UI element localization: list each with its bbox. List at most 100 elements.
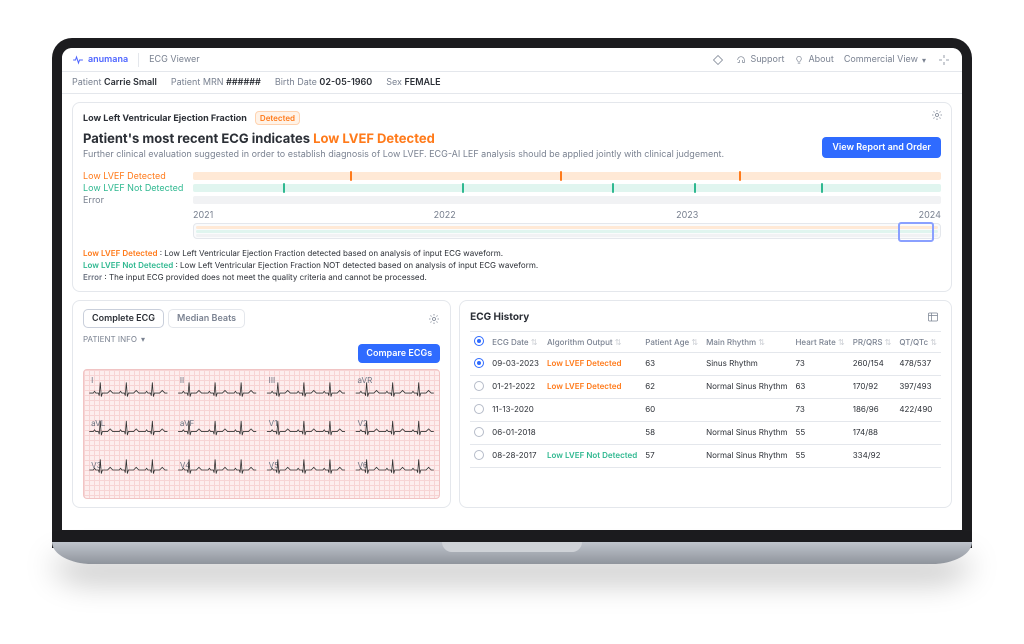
legend-green-text: : Low Left Ventricular Ejection Fraction… (173, 260, 538, 270)
cell (702, 399, 791, 422)
cell: Normal Sinus Rhythm (702, 445, 791, 468)
table-settings-icon[interactable] (925, 309, 941, 325)
legend-error-text: : The input ECG provided does not meet t… (102, 272, 427, 282)
timeline-event[interactable] (462, 183, 464, 193)
column-header[interactable]: Main Rhythm ⇅ (702, 332, 791, 353)
diagnosis-tab[interactable]: Low Left Ventricular Ejection Fraction (83, 113, 247, 124)
patient-name: Carrie Small (104, 77, 157, 88)
timeline-track[interactable] (193, 196, 941, 204)
timeline-label: Low LVEF Detected (83, 171, 193, 182)
column-header[interactable]: QT/QTc ⇅ (895, 332, 941, 353)
divider (138, 53, 139, 67)
sex-label: Sex (386, 77, 402, 88)
algorithm-output: Low LVEF Detected (547, 358, 621, 368)
year-tick: 2023 (676, 210, 698, 221)
cell: 01-21-2022 (488, 376, 543, 399)
select-all-radio[interactable] (474, 336, 484, 346)
history-panel: ECG History ECG Date ⇅Algorithm Output ⇅… (459, 300, 952, 508)
dob-label: Birth Date (275, 77, 317, 88)
year-tick: 2024 (919, 210, 941, 221)
diagnosis-card: Low Left Ventricular Ejection Fraction D… (72, 102, 952, 292)
timeline-label: Low LVEF Not Detected (83, 183, 193, 194)
table-row[interactable]: 06-01-201858Normal Sinus Rhythm55174/88 (470, 422, 941, 445)
about-label: About (808, 54, 833, 65)
brand-logo: anumana (72, 54, 128, 66)
cell: 55 (791, 445, 848, 468)
cell: 55 (791, 422, 848, 445)
timeline-event[interactable] (694, 183, 696, 193)
timeline-event[interactable] (283, 183, 285, 193)
history-title: ECG History (470, 311, 529, 323)
column-header[interactable]: PR/QRS ⇅ (849, 332, 896, 353)
headline-pre: Patient's most recent ECG indicates (83, 131, 313, 147)
notification-icon[interactable] (710, 52, 726, 68)
patient-info-label: PATIENT INFO (83, 334, 137, 344)
brand-text: anumana (88, 54, 128, 65)
gear-icon[interactable] (931, 109, 943, 121)
headline-sub: Further clinical evaluation suggested in… (83, 149, 941, 160)
row-radio[interactable] (474, 358, 484, 368)
headset-icon (736, 55, 746, 65)
tab-median-beats[interactable]: Median Beats (168, 309, 245, 328)
cell: 73 (791, 399, 848, 422)
bulb-icon (794, 55, 804, 65)
cell: 170/92 (849, 376, 896, 399)
ecg-waveform[interactable]: IIIIIIaVRaVLaVFV1V2V3V4V5V6 (83, 369, 440, 499)
cell (543, 399, 641, 422)
cell: 57 (641, 445, 702, 468)
cell: Normal Sinus Rhythm (702, 422, 791, 445)
headline-accent: Low LVEF Detected (313, 131, 435, 147)
cell: 478/537 (895, 353, 941, 376)
timeline-event[interactable] (560, 171, 562, 181)
timeline-scrubber[interactable] (193, 223, 941, 239)
table-row[interactable]: 08-28-2017Low LVEF Not Detected57Normal … (470, 445, 941, 468)
about-link[interactable]: About (794, 54, 833, 65)
timeline-label: Error (83, 195, 193, 206)
table-row[interactable]: 01-21-2022Low LVEF Detected62Normal Sinu… (470, 376, 941, 399)
timeline-window[interactable] (898, 222, 934, 242)
patient-info-toggle[interactable]: PATIENT INFO ▾ (83, 334, 440, 344)
cell: 62 (641, 376, 702, 399)
cell (895, 422, 941, 445)
table-row[interactable]: 09-03-2023Low LVEF Detected63Sinus Rhyth… (470, 353, 941, 376)
timeline-event[interactable] (612, 183, 614, 193)
timeline-track[interactable] (193, 172, 941, 180)
expand-icon[interactable] (936, 52, 952, 68)
compare-ecgs-button[interactable]: Compare ECGs (358, 344, 440, 363)
mrn-value: ###### (226, 77, 261, 88)
legend-error-title: Error (83, 272, 102, 282)
gear-icon[interactable] (428, 313, 440, 325)
cell: 260/154 (849, 353, 896, 376)
year-tick: 2022 (434, 210, 456, 221)
row-radio[interactable] (474, 427, 484, 437)
timeline-event[interactable] (739, 171, 741, 181)
column-header[interactable]: ECG Date ⇅ (488, 332, 543, 353)
column-header[interactable]: Heart Rate ⇅ (791, 332, 848, 353)
timeline-event[interactable] (821, 183, 823, 193)
timeline-event[interactable] (350, 171, 352, 181)
table-row[interactable]: 11-13-20206073186/96422/490 (470, 399, 941, 422)
cell: 63 (641, 353, 702, 376)
chevron-down-icon: ▾ (141, 334, 145, 344)
year-tick: 2021 (193, 210, 213, 221)
view-mode-select[interactable]: Commercial View ▾ (844, 54, 926, 65)
cell: Low LVEF Detected (543, 353, 641, 376)
column-header[interactable]: Patient Age ⇅ (641, 332, 702, 353)
patient-name-label: Patient (72, 77, 101, 88)
timeline-track[interactable] (193, 184, 941, 192)
view-report-button[interactable]: View Report and Order (822, 137, 941, 158)
row-radio[interactable] (474, 404, 484, 414)
row-radio[interactable] (474, 450, 484, 460)
legend-orange-text: : Low Left Ventricular Ejection Fraction… (157, 248, 503, 258)
support-link[interactable]: Support (736, 54, 784, 65)
cell: Low LVEF Not Detected (543, 445, 641, 468)
cell (895, 445, 941, 468)
mrn-label: Patient MRN (171, 77, 224, 88)
cell: 334/92 (849, 445, 896, 468)
column-header[interactable]: Algorithm Output ⇅ (543, 332, 641, 353)
cell: 06-01-2018 (488, 422, 543, 445)
cell: 422/490 (895, 399, 941, 422)
row-radio[interactable] (474, 381, 484, 391)
tab-complete-ecg[interactable]: Complete ECG (83, 309, 164, 328)
patient-bar: Patient Carrie Small Patient MRN ###### … (62, 72, 962, 94)
